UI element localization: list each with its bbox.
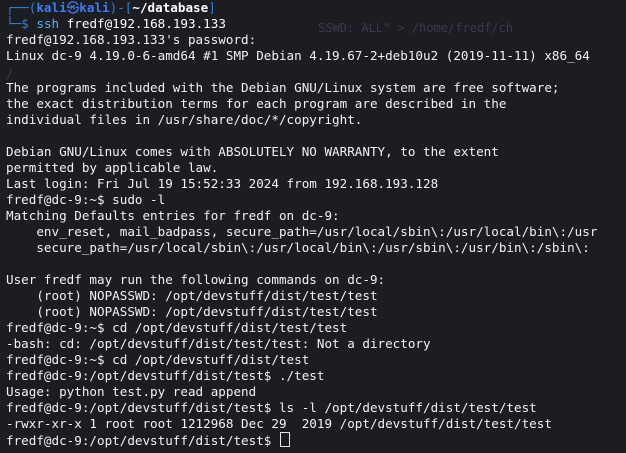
output-line: individual files in /usr/share/doc/*/cop… — [6, 112, 363, 127]
output-line: fredf@dc-9:~$ cd /opt/devstuff/dist/test — [6, 352, 310, 367]
prompt-user: kali — [36, 0, 67, 15]
prompt-corner-bottom: └─ — [6, 16, 22, 31]
prompt-corner-top: ┌──( — [6, 0, 37, 15]
output-line: env_reset, mail_badpass, secure_path=/us… — [6, 224, 598, 239]
output-line: (root) NOPASSWD: /opt/devstuff/dist/test… — [6, 288, 378, 303]
output-line: -rwxr-xr-x 1 root root 1212968 Dec 29 20… — [6, 416, 552, 431]
output-line: fredf@dc-9:/opt/devstuff/dist/test$ ./te… — [6, 368, 325, 383]
prompt-header: ┌──(kali㉿kali)-[~/database] — [6, 0, 626, 16]
output-line: -bash: cd: /opt/devstuff/dist/test/test:… — [6, 336, 431, 351]
output-line: Last login: Fri Jul 19 15:52:33 2024 fro… — [6, 176, 439, 191]
active-prompt-line[interactable]: fredf@dc-9:/opt/devstuff/dist/test$ — [6, 432, 626, 448]
terminal-output: ┌──(kali㉿kali)-[~/database] └─$ ssh fred… — [6, 0, 626, 448]
output-line: secure_path=/usr/local/sbin\:/usr/local/… — [6, 240, 590, 255]
output-line: permitted by applicable law. — [6, 160, 219, 175]
prompt-end: ] — [208, 0, 216, 15]
output-line: The programs included with the Debian GN… — [6, 80, 560, 95]
terminal-window[interactable]: SSWD: ALL" > /home/fredf/ch / ┌──(kali㉿k… — [0, 0, 626, 453]
output-line: (root) NOPASSWD: /opt/devstuff/dist/test… — [6, 304, 378, 319]
prompt-dollar: $ — [21, 16, 29, 31]
output-line: fredf@192.168.193.133's password: — [6, 32, 257, 47]
prompt-at-symbol: ㉿ — [66, 0, 80, 15]
prompt-directory: ~/database — [132, 0, 209, 15]
output-line: fredf@dc-9:/opt/devstuff/dist/test$ ls -… — [6, 400, 537, 415]
prompt-host: kali — [79, 0, 110, 15]
command-name: ssh — [36, 16, 60, 31]
output-line: Matching Defaults entries for fredf on d… — [6, 208, 340, 223]
prompt-mid: )-[ — [109, 0, 133, 15]
output-line: Usage: python test.py read append — [6, 384, 257, 399]
command-argument: fredf@192.168.193.133 — [59, 16, 226, 31]
prompt-command-line: └─$ ssh fredf@192.168.193.133 — [6, 16, 626, 32]
shell-prompt: fredf@dc-9:/opt/devstuff/dist/test$ — [6, 433, 279, 448]
output-line: Linux dc-9 4.19.0-6-amd64 #1 SMP Debian … — [6, 48, 590, 63]
output-line: User fredf may run the following command… — [6, 272, 386, 287]
output-line: fredf@dc-9:~$ cd /opt/devstuff/dist/test… — [6, 320, 348, 335]
text-cursor[interactable] — [279, 432, 290, 447]
output-line: Debian GNU/Linux comes with ABSOLUTELY N… — [6, 144, 499, 159]
output-line: fredf@dc-9:~$ sudo -l — [6, 192, 166, 207]
output-line: the exact distribution terms for each pr… — [6, 96, 507, 111]
